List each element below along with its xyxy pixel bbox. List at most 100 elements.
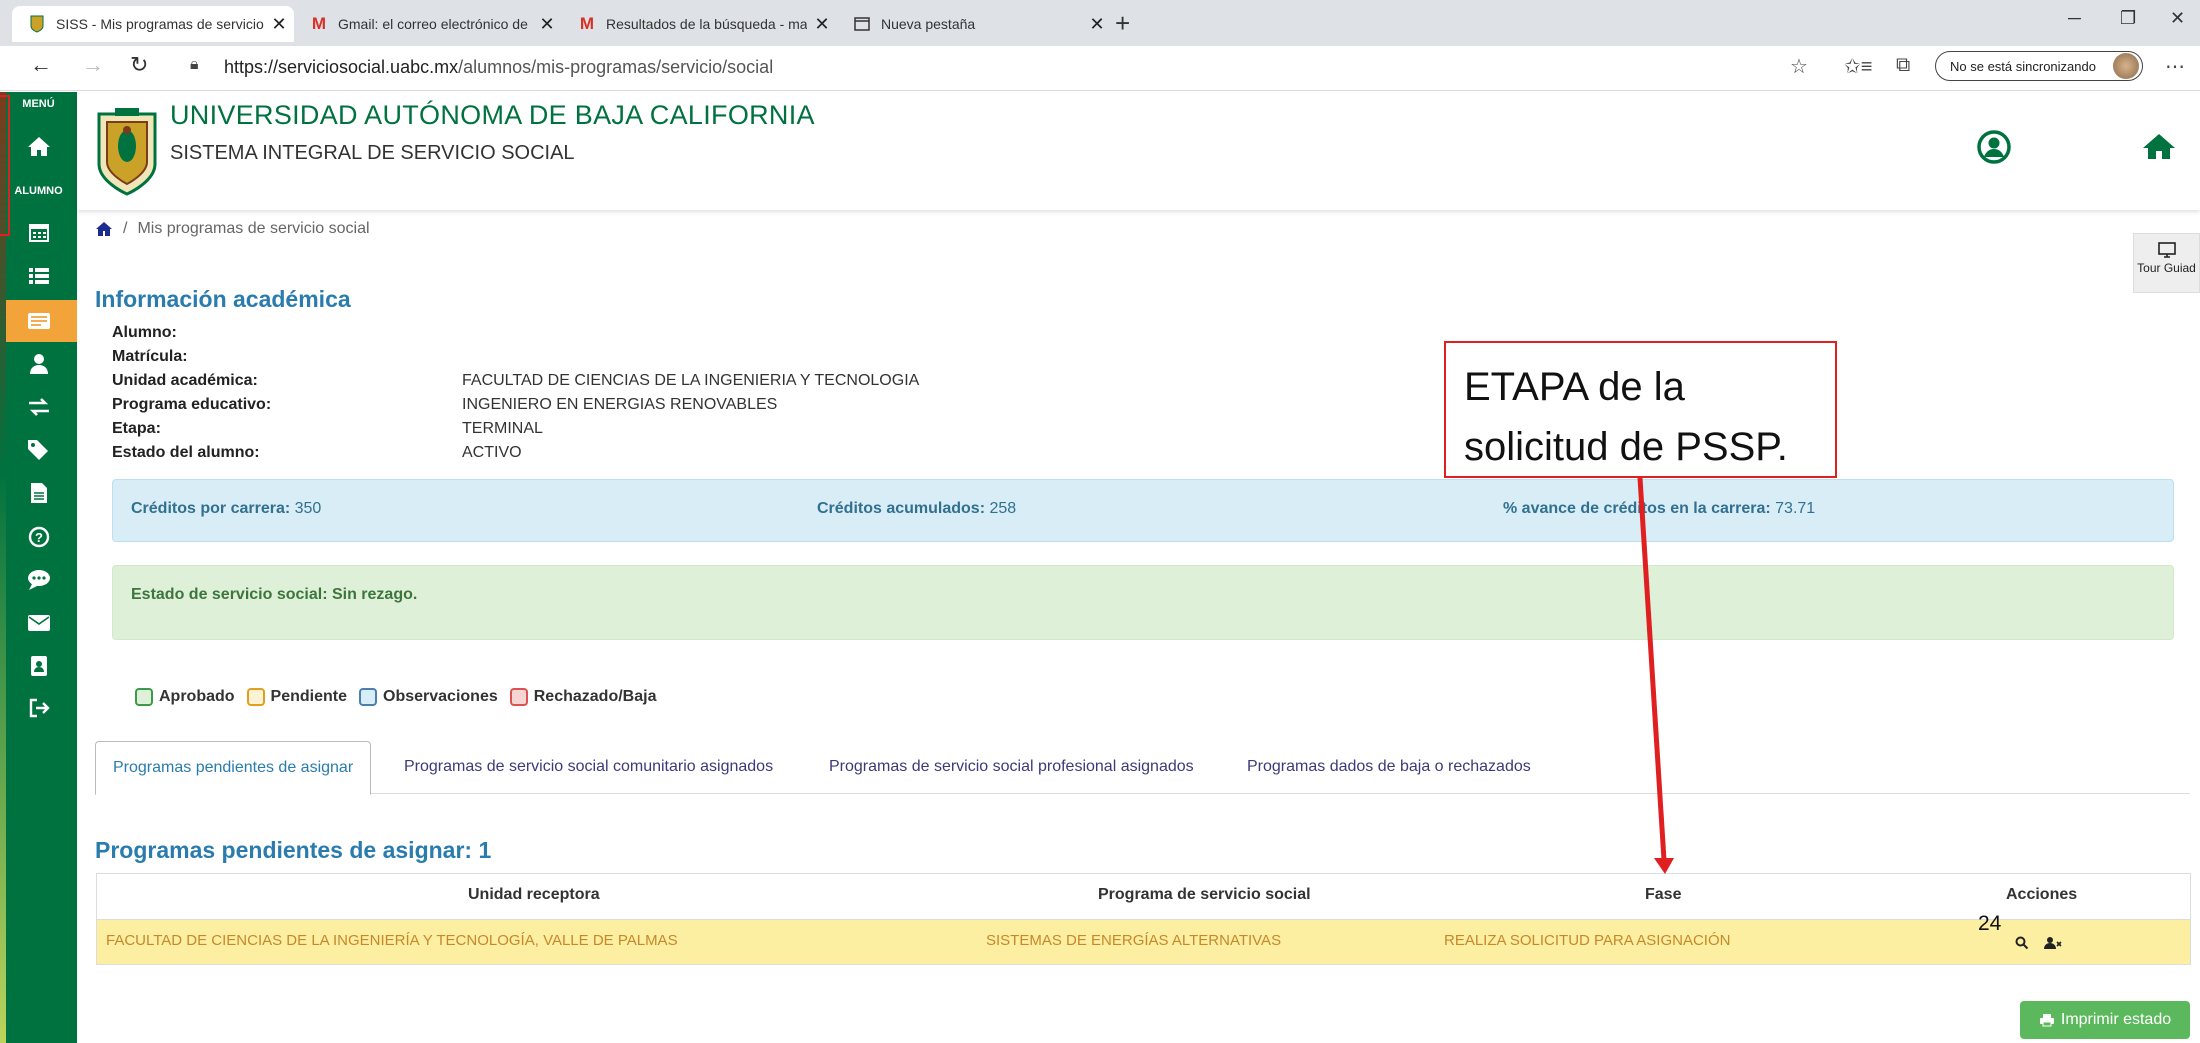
sidebar-item-help[interactable]: ? xyxy=(0,516,77,558)
program-tabs: Programas pendientes de asignar Programa… xyxy=(95,741,2190,795)
sidebar-item-calendar[interactable] xyxy=(0,211,77,253)
legend-aprobado: Aprobado xyxy=(135,688,235,706)
restore-icon[interactable]: ❐ xyxy=(2120,8,2136,29)
sidebar-item-messages[interactable] xyxy=(0,559,77,601)
close-icon[interactable]: ✕ xyxy=(1082,14,1112,35)
info-label: Alumno: xyxy=(112,324,177,341)
info-value: FACULTAD DE CIENCIAS DE LA INGENIERIA Y … xyxy=(462,372,920,389)
tab-comunitario[interactable]: Programas de servicio social comunitario… xyxy=(404,741,773,793)
sidebar-item-list[interactable] xyxy=(0,255,77,297)
remove-user-icon[interactable] xyxy=(2044,936,2062,950)
tab-pendientes[interactable]: Programas pendientes de asignar xyxy=(95,741,372,795)
star-icon[interactable]: ☆ xyxy=(1790,54,1808,79)
file-icon xyxy=(30,483,47,503)
monitor-icon xyxy=(2157,242,2176,258)
svg-text:?: ? xyxy=(35,530,43,545)
forward-icon[interactable]: → xyxy=(82,52,104,78)
gmail-icon: M xyxy=(311,14,327,33)
annotation-line-1: ETAPA de la xyxy=(1464,365,1685,409)
tab-title: SISS - Mis programas de servicio xyxy=(56,16,264,32)
print-status-button[interactable]: Imprimir estado xyxy=(2020,1001,2190,1039)
minimize-icon[interactable]: ─ xyxy=(2068,8,2081,29)
tab-baja[interactable]: Programas dados de baja o rechazados xyxy=(1247,741,1531,793)
sidebar-item-documents[interactable] xyxy=(0,472,77,514)
tab-title: Nueva pestaña xyxy=(881,16,976,32)
breadcrumb-current: Mis programas de servicio social xyxy=(137,220,370,237)
sidebar-item-programs[interactable] xyxy=(0,300,77,342)
annotation-callout: ETAPA de la solicitud de PSSP. xyxy=(1444,341,1837,478)
home-icon[interactable] xyxy=(95,221,113,237)
site-header: UNIVERSIDAD AUTÓNOMA DE BAJA CALIFORNIA … xyxy=(77,92,2200,210)
browser-tab-gmail[interactable]: M Gmail: el correo electrónico de G ✕ xyxy=(294,6,562,42)
uabc-crest-logo xyxy=(97,108,157,196)
university-name: UNIVERSIDAD AUTÓNOMA DE BAJA CALIFORNIA xyxy=(170,100,815,130)
academic-info-title: Información académica xyxy=(95,286,351,312)
url-field[interactable]: https://serviciosocial.uabc.mx/alumnos/m… xyxy=(224,57,773,78)
favorites-icon[interactable]: ✩≡ xyxy=(1844,54,1872,79)
side-menu: MENÚ ALUMNO ? xyxy=(0,92,77,1043)
calendar-icon xyxy=(28,224,49,242)
envelope-icon xyxy=(27,615,50,631)
tour-guide-button[interactable]: Tour Guiad xyxy=(2133,233,2200,293)
info-label: Etapa: xyxy=(112,420,161,437)
breadcrumb: / Mis programas de servicio social xyxy=(95,220,370,238)
address-book-icon xyxy=(30,656,47,676)
refresh-icon[interactable]: ↻ xyxy=(130,52,148,78)
column-header: Programa de servicio social xyxy=(1098,886,1311,903)
user-icon xyxy=(29,354,48,374)
user-circle-icon[interactable] xyxy=(1977,130,2011,164)
tab-profesional[interactable]: Programas de servicio social profesional… xyxy=(829,741,1194,793)
legend-observaciones: Observaciones xyxy=(359,688,498,706)
more-options-icon[interactable]: ⋯ xyxy=(2165,54,2185,79)
collections-icon[interactable]: ⧉ xyxy=(1896,54,1910,77)
close-icon[interactable]: ✕ xyxy=(532,14,562,35)
info-label: Unidad académica: xyxy=(112,372,258,389)
pending-title: Programas pendientes de asignar: 1 xyxy=(95,837,492,863)
comment-icon xyxy=(27,570,50,590)
back-icon[interactable]: ← xyxy=(30,52,52,78)
info-label: Matrícula: xyxy=(112,348,188,365)
sidebar-item-logout[interactable] xyxy=(0,687,77,729)
lock-icon: 🔒︎ xyxy=(190,56,199,73)
status-legend: Aprobado Pendiente Observaciones Rechaza… xyxy=(135,688,656,706)
browser-tab-search-results[interactable]: M Resultados de la búsqueda - ma ✕ xyxy=(562,6,837,42)
sidebar-item-home[interactable] xyxy=(0,125,77,167)
system-name: SISTEMA INTEGRAL DE SERVICIO SOCIAL xyxy=(170,142,575,164)
sidebar-item-contacts[interactable] xyxy=(0,645,77,687)
browser-tab-siss[interactable]: SISS - Mis programas de servicio ✕ xyxy=(12,6,294,42)
breadcrumb-separator: / xyxy=(123,220,128,237)
credits-panel: Créditos por carrera: 350 Créditos acumu… xyxy=(112,479,2174,542)
cell-unidad: FACULTAD DE CIENCIAS DE LA INGENIERÍA Y … xyxy=(106,932,678,949)
sidebar-item-profile[interactable] xyxy=(0,343,77,385)
annotation-line-2: solicitud de PSSP. xyxy=(1464,425,1788,469)
browser-tab-new[interactable]: Nueva pestaña ✕ xyxy=(837,6,1112,42)
list-icon xyxy=(28,268,49,284)
info-label: Estado del alumno: xyxy=(112,444,260,461)
legend-swatch xyxy=(246,688,265,706)
info-value: TERMINAL xyxy=(462,420,543,437)
tags-icon xyxy=(27,440,48,460)
legend-swatch xyxy=(509,688,528,706)
info-value: INGENIERO EN ENERGIAS RENOVABLES xyxy=(462,396,778,413)
search-icon[interactable] xyxy=(2015,936,2029,950)
cell-programa: SISTEMAS DE ENERGÍAS ALTERNATIVAS xyxy=(986,932,1282,949)
profile-sync-button[interactable]: No se está sincronizando xyxy=(1935,51,2143,81)
column-header: Fase xyxy=(1645,886,1682,903)
sidebar-item-tags[interactable] xyxy=(0,429,77,471)
home-icon[interactable] xyxy=(2142,132,2176,160)
sign-out-icon xyxy=(29,698,50,718)
question-icon: ? xyxy=(28,526,49,548)
credits-carrera: Créditos por carrera: 350 xyxy=(131,500,322,517)
uabc-crest-icon xyxy=(28,15,46,33)
sidebar-item-mail[interactable] xyxy=(0,602,77,644)
new-tab-button[interactable]: + xyxy=(1115,8,1130,39)
close-icon[interactable]: ✕ xyxy=(264,14,294,35)
close-window-icon[interactable]: ✕ xyxy=(2170,8,2185,29)
credits-acumulados: Créditos acumulados: 258 xyxy=(817,500,1017,517)
new-tab-page-icon xyxy=(853,15,871,33)
sidebar-item-exchange[interactable] xyxy=(0,386,77,428)
gmail-icon: M xyxy=(579,14,595,33)
table-row[interactable]: FACULTAD DE CIENCIAS DE LA INGENIERÍA Y … xyxy=(97,920,2190,964)
table-header: Unidad receptora Programa de servicio so… xyxy=(97,874,2190,920)
close-icon[interactable]: ✕ xyxy=(807,14,837,35)
